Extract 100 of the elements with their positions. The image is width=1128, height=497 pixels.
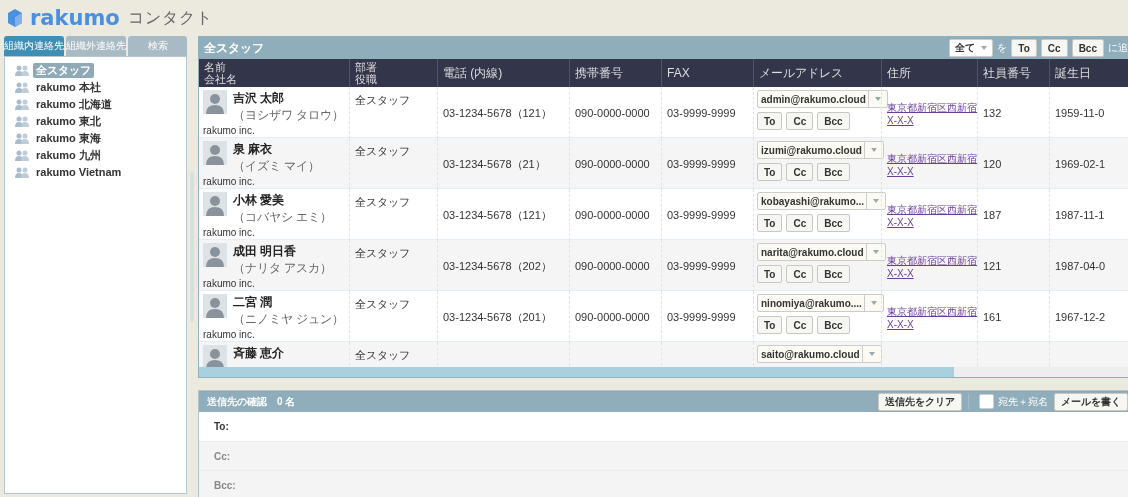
address-link[interactable]: 東京都新宿区西新宿 xyxy=(887,202,977,217)
recipient-field-label: Cc: xyxy=(214,450,231,462)
address-link[interactable]: X-X-X xyxy=(887,267,914,279)
recipient-count: 0 名 xyxy=(277,394,296,409)
app-title: コンタクト xyxy=(127,7,213,28)
name-reading: （コバヤシ エミ） xyxy=(233,209,333,226)
recipient-button[interactable]: Bcc xyxy=(817,214,850,232)
group-item[interactable]: rakumo 北海道 xyxy=(33,96,115,112)
phone-number: 03-1234-5678（202） xyxy=(443,258,552,274)
checkbox-label: 宛先＋宛名 xyxy=(998,394,1048,409)
company-name: rakumo inc. xyxy=(203,278,255,289)
fax-number: 03-9999-9999 xyxy=(667,158,736,170)
column-header[interactable]: 携帯番号 xyxy=(569,59,661,87)
group-icon xyxy=(15,115,29,127)
company-name: rakumo inc. xyxy=(203,227,255,238)
name-reading: （ヨシザワ タロウ） xyxy=(233,107,345,124)
employee-number: 187 xyxy=(983,209,1002,221)
column-header[interactable]: メールアドレス xyxy=(753,59,881,87)
birthday: 1987-04-0 xyxy=(1055,260,1106,272)
birthday: 1987-11-1 xyxy=(1055,209,1105,221)
recipient-button[interactable]: To xyxy=(757,316,783,334)
checkbox[interactable] xyxy=(979,394,994,409)
recipient-button[interactable]: Bcc xyxy=(817,316,850,334)
avatar-placeholder xyxy=(203,243,227,267)
recipient-button[interactable]: To xyxy=(757,214,783,232)
group-icon xyxy=(15,132,29,144)
column-header[interactable]: 住所 xyxy=(881,59,977,87)
group-icon xyxy=(15,81,29,93)
column-header[interactable]: FAX xyxy=(661,59,753,87)
group-item[interactable]: rakumo 本社 xyxy=(33,79,104,95)
company-name: rakumo inc. xyxy=(203,125,255,136)
email-select[interactable]: admin@rakumo.cloud xyxy=(757,90,888,108)
clear-recipients-button[interactable]: 送信先をクリア xyxy=(878,392,962,411)
caret-icon xyxy=(870,301,877,305)
particle-text: を xyxy=(997,41,1008,55)
address-link[interactable]: X-X-X xyxy=(887,216,914,228)
email-select[interactable]: izumi@rakumo.cloud xyxy=(757,141,884,159)
column-header[interactable]: 部署 役職 xyxy=(349,59,437,87)
address-link[interactable]: X-X-X xyxy=(887,165,914,177)
add-recipient-button[interactable]: Cc xyxy=(1040,39,1068,57)
fax-number: 03-9999-9999 xyxy=(667,209,736,221)
sidebar-tab[interactable]: 組織内連絡先 xyxy=(4,36,64,56)
caret-icon xyxy=(981,46,988,50)
avatar-placeholder xyxy=(203,192,227,216)
add-recipient-button[interactable]: To xyxy=(1011,39,1037,57)
column-header[interactable]: 誕生日 xyxy=(1049,59,1113,87)
compose-mail-button[interactable]: メールを書く xyxy=(1054,392,1128,411)
recipient-button[interactable]: Cc xyxy=(786,316,814,334)
group-item[interactable]: rakumo 九州 xyxy=(33,147,104,163)
name-reading: （ナリタ アスカ） xyxy=(233,260,333,277)
email-select[interactable]: saito@rakumo.cloud xyxy=(757,345,882,363)
address-link[interactable]: X-X-X xyxy=(887,318,914,330)
recipient-button[interactable]: Cc xyxy=(786,265,814,283)
caret-icon xyxy=(868,352,875,356)
caret-icon xyxy=(870,148,877,152)
recipient-button[interactable]: To xyxy=(757,112,783,130)
fax-number: 03-9999-9999 xyxy=(667,260,736,272)
group-item[interactable]: rakumo 東北 xyxy=(33,113,104,129)
suffix-text: に追 xyxy=(1108,41,1128,55)
employee-number: 161 xyxy=(983,311,1002,323)
caret-icon xyxy=(873,199,880,203)
recipient-button[interactable]: To xyxy=(757,163,783,181)
address-link[interactable]: 東京都新宿区西新宿 xyxy=(887,100,977,115)
logo-icon xyxy=(6,8,24,28)
group-item[interactable]: rakumo Vietnam xyxy=(33,166,125,178)
column-header[interactable]: 名前 会社名 xyxy=(199,59,349,87)
address-link[interactable]: 東京都新宿区西新宿 xyxy=(887,253,977,268)
filter-select[interactable]: 全て xyxy=(949,39,994,57)
caret-icon xyxy=(874,97,881,101)
recipient-button[interactable]: Bcc xyxy=(817,163,850,181)
recipient-button[interactable]: Cc xyxy=(786,112,814,130)
contact-name: 成田 明日香 xyxy=(233,243,298,260)
add-recipient-button[interactable]: Bcc xyxy=(1071,39,1104,57)
email-select[interactable]: narita@rakumo.cloud xyxy=(757,243,886,261)
column-header[interactable]: 社員番号 xyxy=(977,59,1049,87)
column-header[interactable]: 電話 (内線) xyxy=(437,59,569,87)
recipient-button[interactable]: To xyxy=(757,265,783,283)
recipient-field-label: To: xyxy=(214,420,229,432)
address-link[interactable]: 東京都新宿区西新宿 xyxy=(887,151,977,166)
recipient-button[interactable]: Bcc xyxy=(817,265,850,283)
mobile-number: 090-0000-0000 xyxy=(575,107,650,119)
group-item[interactable]: rakumo 東海 xyxy=(33,130,104,146)
recipient-button[interactable]: Cc xyxy=(786,214,814,232)
mobile-number: 090-0000-0000 xyxy=(575,158,650,170)
email-select[interactable]: ninomiya@rakumo.... xyxy=(757,294,884,312)
employee-number: 121 xyxy=(983,260,1002,272)
department: 全スタッフ xyxy=(355,144,410,159)
list-title: 全スタッフ xyxy=(204,39,264,57)
horizontal-scrollbar[interactable] xyxy=(199,367,1128,377)
address-link[interactable]: X-X-X xyxy=(887,114,914,126)
recipient-button[interactable]: Bcc xyxy=(817,112,850,130)
recipient-field-label: Bcc: xyxy=(214,480,236,492)
address-link[interactable]: 東京都新宿区西新宿 xyxy=(887,304,977,319)
department: 全スタッフ xyxy=(355,246,410,261)
contact-name: 吉沢 太郎 xyxy=(233,90,286,107)
contact-name: 小林 愛美 xyxy=(233,192,286,209)
email-select[interactable]: kobayashi@rakumo... xyxy=(757,192,887,210)
mobile-number: 090-0000-0000 xyxy=(575,260,650,272)
recipient-button[interactable]: Cc xyxy=(786,163,814,181)
name-reading: （ニノミヤ ジュン） xyxy=(233,311,345,328)
